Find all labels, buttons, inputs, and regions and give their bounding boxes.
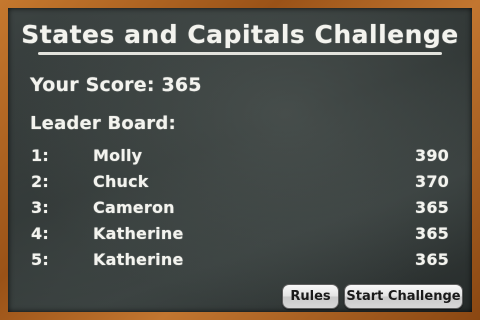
row-name: Molly	[93, 146, 143, 165]
page-title: States and Capitals Challenge	[21, 20, 459, 49]
row-score: 365	[415, 224, 449, 243]
row-score: 370	[415, 172, 449, 191]
row-name: Katherine	[93, 224, 184, 243]
row-score: 365	[415, 198, 449, 217]
leaderboard-heading: Leader Board:	[30, 113, 176, 134]
your-score: Your Score: 365	[30, 74, 202, 96]
rules-button[interactable]: Rules	[282, 284, 339, 309]
row-rank: 4:	[31, 224, 49, 243]
row-rank: 3:	[31, 198, 49, 217]
title-underline	[38, 52, 442, 55]
row-rank: 5:	[31, 250, 49, 269]
row-score: 365	[415, 250, 449, 269]
row-name: Katherine	[93, 250, 184, 269]
row-rank: 2:	[31, 172, 49, 191]
row-score: 390	[415, 146, 449, 165]
row-name: Chuck	[93, 172, 149, 191]
start-challenge-button[interactable]: Start Challenge	[344, 284, 463, 309]
row-name: Cameron	[93, 198, 175, 217]
row-rank: 1:	[31, 146, 49, 165]
